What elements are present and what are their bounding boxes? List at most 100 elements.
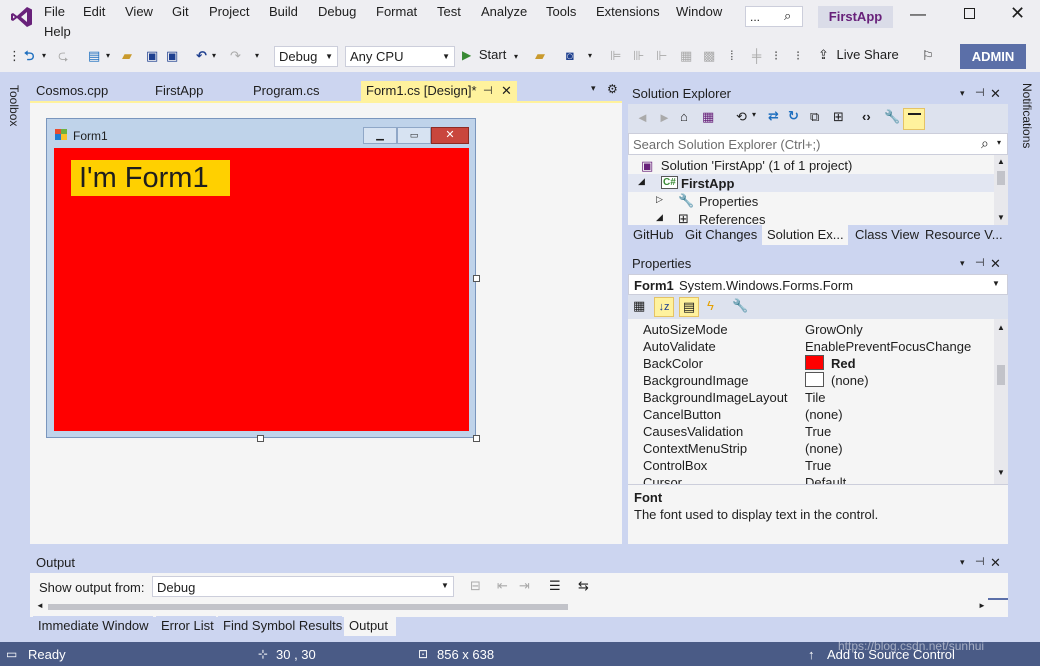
center-horizontal-icon[interactable]: ╪ [752, 47, 761, 65]
new-dropdown-icon[interactable]: ▾ [106, 47, 110, 65]
preview-selected-toggle[interactable] [903, 108, 925, 130]
resize-handle-right[interactable] [473, 275, 480, 282]
history-icon[interactable]: ⟲ [736, 109, 747, 125]
menu-debug[interactable]: Debug [318, 4, 356, 19]
scroll-thumb[interactable] [997, 171, 1005, 185]
find-message-icon[interactable]: ⊟ [470, 578, 481, 594]
solution-explorer-search[interactable]: Search Solution Explorer (Ctrl+;) ⌕ ▾ [628, 133, 1008, 155]
form-label[interactable]: I'm Form1 [71, 160, 230, 196]
scroll-right-icon[interactable]: ► [978, 601, 986, 610]
spacing-horizontal-icon[interactable]: ⁝ [774, 47, 778, 65]
expanded-arrow-icon[interactable]: ◢ [656, 212, 663, 223]
tab-resource-view[interactable]: Resource V... [920, 225, 1008, 245]
solution-configuration-select[interactable]: Debug ▼ [274, 46, 338, 67]
properties-node-label[interactable]: Properties [699, 194, 758, 209]
collapsed-arrow-icon[interactable]: ▷ [656, 194, 663, 205]
previous-message-icon[interactable]: ⇤ [497, 578, 508, 594]
pin-icon[interactable]: ⊣ [975, 552, 985, 573]
property-name[interactable]: BackgroundImage [643, 373, 749, 388]
align-center-icon[interactable]: ⊪ [633, 47, 644, 65]
tab-github[interactable]: GitHub [628, 225, 678, 245]
menu-help[interactable]: Help [44, 24, 71, 39]
align-left-icon[interactable]: ⊫ [610, 47, 621, 65]
resize-handle-corner[interactable] [473, 435, 480, 442]
output-horizontal-scrollbar[interactable]: ◄ ► [34, 601, 994, 612]
home-icon[interactable]: ⌂ [680, 109, 688, 124]
property-value[interactable]: (none) [831, 373, 869, 388]
undo-dropdown-icon[interactable]: ▾ [212, 47, 216, 65]
form-client-area[interactable]: I'm Form1 [54, 148, 469, 431]
property-name[interactable]: CausesValidation [643, 424, 743, 439]
tab-find-symbol-results[interactable]: Find Symbol Results [218, 616, 342, 636]
properties-view-icon[interactable]: ▤ [679, 297, 699, 317]
tree-vertical-scrollbar[interactable]: ▲ ▼ [994, 155, 1008, 227]
next-message-icon[interactable]: ⇥ [519, 578, 530, 594]
view-code-icon[interactable]: ‹› [862, 109, 871, 124]
menu-window[interactable]: Window [676, 4, 722, 19]
sync-icon[interactable]: ⇄ [768, 108, 779, 124]
property-name[interactable]: Cursor [643, 475, 682, 484]
property-name[interactable]: AutoValidate [643, 339, 716, 354]
tab-git-changes[interactable]: Git Changes [680, 225, 760, 245]
search-icon[interactable]: ⌕ [981, 135, 989, 152]
new-project-icon[interactable]: ▤ [88, 47, 100, 65]
word-wrap-icon[interactable]: ⇆ [578, 578, 589, 594]
save-all-icon[interactable]: ▣ [166, 47, 178, 65]
window-position-dropdown-icon[interactable]: ▾ [960, 253, 965, 274]
format-grid-icon[interactable]: ▩ [703, 47, 715, 65]
tab-cosmos-cpp[interactable]: Cosmos.cpp [31, 81, 149, 102]
scroll-left-icon[interactable]: ◄ [36, 601, 44, 610]
close-panel-icon[interactable]: ✕ [990, 83, 1001, 104]
make-same-size-icon[interactable]: ▦ [680, 47, 692, 65]
pending-changes-dropdown-icon[interactable]: ▾ [752, 110, 756, 119]
scroll-thumb[interactable] [997, 365, 1005, 385]
align-right-icon[interactable]: ⊩ [656, 47, 667, 65]
property-value[interactable]: (none) [805, 407, 843, 422]
screenshot-dropdown-icon[interactable]: ▾ [588, 47, 592, 65]
events-lightning-icon[interactable]: ϟ [707, 298, 714, 313]
scroll-down-icon[interactable]: ▼ [997, 213, 1005, 222]
forward-arrow-icon[interactable]: ⮎ [58, 47, 68, 65]
tab-immediate-window[interactable]: Immediate Window [33, 616, 153, 636]
categorized-icon[interactable]: ▦ [633, 298, 645, 314]
screenshot-icon[interactable]: ◙ [566, 47, 574, 65]
solution-platform-select[interactable]: Any CPU ▼ [345, 46, 455, 67]
resize-handle-bottom[interactable] [257, 435, 264, 442]
menu-view[interactable]: View [125, 4, 153, 19]
tab-firstapp[interactable]: FirstApp [150, 81, 246, 102]
tab-form1-design[interactable]: Form1.cs [Design]* ⊣ ✕ [361, 81, 517, 102]
notifications-tab[interactable]: Notifications [1020, 83, 1034, 148]
search-icon[interactable]: ⌕ [784, 8, 791, 24]
property-name[interactable]: CancelButton [643, 407, 721, 422]
property-name[interactable]: BackColor [643, 356, 703, 371]
menu-edit[interactable]: Edit [83, 4, 105, 19]
toolbar-overflow-icon[interactable]: ⁝ [796, 47, 800, 65]
pin-icon[interactable]: ⊣ [975, 83, 985, 104]
window-position-dropdown-icon[interactable]: ▾ [960, 83, 965, 104]
back-dropdown-icon[interactable]: ▾ [42, 47, 46, 65]
property-value[interactable]: EnablePreventFocusChange [805, 339, 971, 354]
start-button[interactable]: ▶ Start ▾ [462, 47, 518, 67]
minimize-button[interactable]: — [910, 6, 926, 24]
menu-tools[interactable]: Tools [546, 4, 576, 19]
scroll-up-icon[interactable]: ▲ [997, 323, 1005, 332]
tab-solution-explorer[interactable]: Solution Ex... [762, 225, 848, 245]
save-icon[interactable]: ▣ [146, 47, 158, 65]
menu-git[interactable]: Git [172, 4, 189, 19]
search-box[interactable]: ... ⌕ [745, 6, 803, 27]
property-value[interactable]: Default [805, 475, 846, 484]
menu-extensions[interactable]: Extensions [596, 4, 660, 19]
close-panel-icon[interactable]: ✕ [990, 552, 1001, 573]
undo-icon[interactable]: ↶ [196, 47, 207, 65]
pin-icon[interactable]: ⊣ [483, 81, 493, 101]
maximize-button[interactable] [964, 8, 975, 19]
show-all-files-icon[interactable]: ⊞ [833, 109, 844, 125]
properties-scrollbar[interactable]: ▲ ▼ [994, 319, 1008, 484]
property-value[interactable]: True [805, 424, 831, 439]
menu-build[interactable]: Build [269, 4, 298, 19]
tab-list-dropdown-icon[interactable]: ▾ [591, 83, 596, 94]
switch-views-icon[interactable]: ▦ [702, 109, 714, 125]
live-share-button[interactable]: ⇪ Live Share [818, 47, 899, 63]
tab-program-cs[interactable]: Program.cs [248, 81, 360, 102]
form1-window[interactable]: Form1 ▁ ▭ ✕ I'm Form1 [46, 118, 476, 438]
